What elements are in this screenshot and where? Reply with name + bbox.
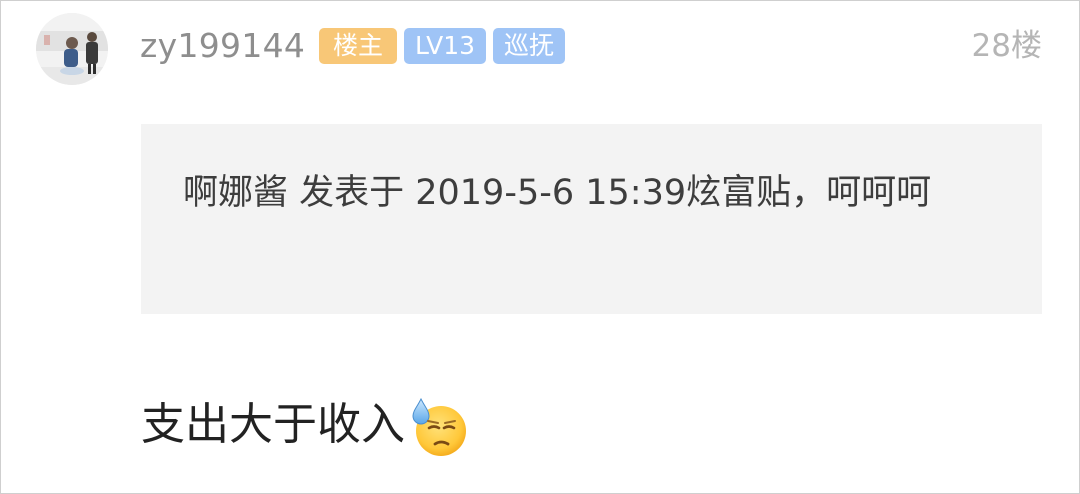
username[interactable]: zy199144 (140, 24, 305, 68)
quoted-reply[interactable]: 啊娜酱 发表于 2019-5-6 15:39炫富贴，呵呵呵 (141, 124, 1042, 314)
floor-number: 28楼 (971, 28, 1042, 64)
role-badge: 巡抚 (493, 28, 565, 64)
reply-content: 支出大于收入 (141, 395, 471, 456)
forum-reply: zy199144 楼主 LV13 巡抚 28楼 啊娜酱 发表于 2019-5-6… (0, 0, 1080, 494)
quote-text: 啊娜酱 发表于 2019-5-6 15:39炫富贴，呵呵呵 (183, 173, 932, 213)
avatar[interactable] (36, 13, 108, 85)
owner-badge: 楼主 (319, 28, 397, 64)
level-badge: LV13 (404, 28, 486, 64)
downcast-sweat-face-icon (412, 397, 466, 456)
reply-text: 支出大于收入 (141, 399, 405, 450)
